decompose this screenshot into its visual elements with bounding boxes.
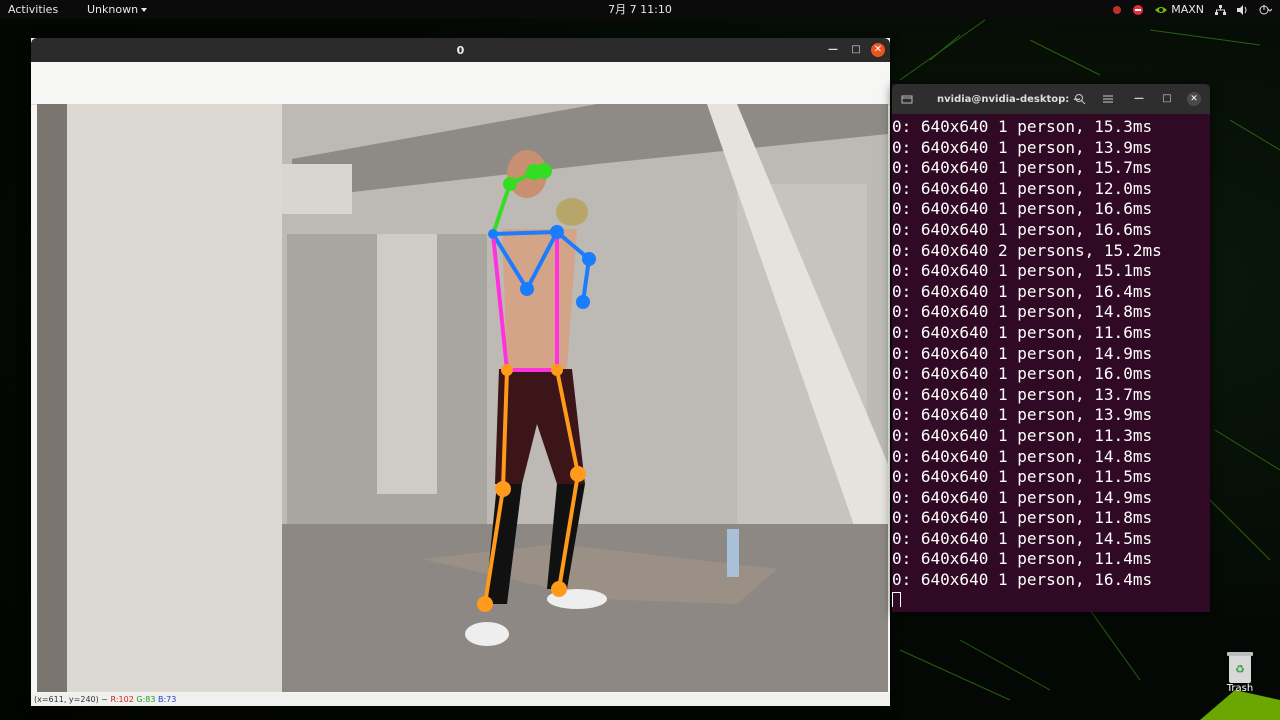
- terminal-line: 0: 640x640 1 person, 14.8ms: [892, 302, 1153, 322]
- water-bottle: [727, 529, 739, 577]
- nvidia-mode[interactable]: MAXN: [1154, 0, 1204, 19]
- image-viewer-window[interactable]: 0 — □ ✕ (x=611, y=240) ~ R:102 G:83 B:73: [31, 38, 890, 706]
- viewer-title: 0: [456, 44, 465, 57]
- cursor-coords: (x=611, y=240) ~: [34, 695, 108, 704]
- pixel-blue-value: B:73: [158, 695, 177, 704]
- indicator-red-icon[interactable]: [1112, 4, 1122, 16]
- app-menu[interactable]: Unknown: [87, 0, 148, 19]
- terminal-line: 0: 640x640 1 person, 13.7ms: [892, 384, 1153, 404]
- minimize-button[interactable]: —: [1132, 92, 1146, 106]
- viewer-titlebar[interactable]: 0 — □ ✕: [31, 38, 890, 62]
- pose-scene: [37, 104, 888, 692]
- chevron-down-icon: [141, 8, 148, 12]
- terminal-titlebar[interactable]: nvidia@nvidia-desktop: ~ — □ ✕: [892, 84, 1210, 114]
- activities-button[interactable]: Activities: [8, 0, 58, 19]
- volume-icon[interactable]: [1236, 4, 1248, 16]
- nvidia-icon: [1155, 6, 1168, 13]
- maximize-button[interactable]: □: [849, 43, 863, 57]
- terminal-line: 0: 640x640 1 person, 16.6ms: [892, 199, 1153, 219]
- pixel-red-value: R:102: [110, 695, 134, 704]
- terminal-prompt: [892, 591, 1210, 607]
- terminal-output[interactable]: 0: 640x640 1 person, 15.3ms 0: 640x640 1 …: [892, 117, 1210, 607]
- minimize-button[interactable]: —: [826, 43, 840, 57]
- new-tab-icon[interactable]: [901, 94, 913, 104]
- maximize-button[interactable]: □: [1160, 92, 1174, 106]
- terminal-line: 0: 640x640 1 person, 16.4ms: [892, 570, 1153, 590]
- nvidia-mode-label: MAXN: [1171, 3, 1204, 16]
- terminal-line: 0: 640x640 1 person, 14.9ms: [892, 487, 1153, 507]
- terminal-line: 0: 640x640 1 person, 14.8ms: [892, 446, 1153, 466]
- terminal-line: 0: 640x640 1 person, 11.3ms: [892, 425, 1153, 445]
- terminal-window[interactable]: nvidia@nvidia-desktop: ~ — □ ✕ 0: 640x64…: [892, 84, 1210, 612]
- terminal-line: 0: 640x640 1 person, 15.7ms: [892, 158, 1153, 178]
- terminal-line: 0: 640x640 1 person, 14.5ms: [892, 528, 1153, 548]
- terminal-line: 0: 640x640 1 person, 11.8ms: [892, 508, 1153, 528]
- terminal-line: 0: 640x640 2 persons, 15.2ms: [892, 240, 1162, 260]
- trash-desktop-icon[interactable]: ♻ Trash: [1222, 652, 1258, 694]
- terminal-title: nvidia@nvidia-desktop: ~: [937, 94, 1082, 105]
- terminal-line: 0: 640x640 1 person, 16.4ms: [892, 281, 1153, 301]
- app-menu-label: Unknown: [87, 3, 139, 16]
- system-tray[interactable]: MAXN: [1112, 0, 1272, 19]
- terminal-line: 0: 640x640 1 person, 11.4ms: [892, 549, 1153, 569]
- terminal-line: 0: 640x640 1 person, 15.3ms: [892, 117, 1153, 136]
- search-icon[interactable]: [1074, 93, 1086, 105]
- terminal-line: 0: 640x640 1 person, 13.9ms: [892, 405, 1153, 425]
- stop-icon[interactable]: [1132, 4, 1144, 16]
- text-cursor: [892, 592, 901, 607]
- viewer-statusbar: (x=611, y=240) ~ R:102 G:83 B:73: [31, 693, 890, 706]
- terminal-line: 0: 640x640 1 person, 11.6ms: [892, 322, 1153, 342]
- trash-label: Trash: [1226, 683, 1254, 694]
- clock[interactable]: 7月 7 11:10: [600, 0, 680, 19]
- terminal-line: 0: 640x640 1 person, 16.0ms: [892, 364, 1153, 384]
- top-bar: Activities Unknown 7月 7 11:10 MAXN: [0, 0, 1280, 19]
- close-button[interactable]: ✕: [1187, 92, 1201, 106]
- network-icon[interactable]: [1214, 4, 1226, 16]
- pose-estimation-frame[interactable]: [37, 104, 888, 692]
- pillar: [67, 104, 282, 692]
- terminal-line: 0: 640x640 1 person, 12.0ms: [892, 178, 1153, 198]
- terminal-line: 0: 640x640 1 person, 13.9ms: [892, 137, 1153, 157]
- terminal-lines: 0: 640x640 1 person, 15.3ms 0: 640x640 1 …: [892, 117, 1210, 591]
- hamburger-menu-icon[interactable]: [1102, 94, 1114, 104]
- viewer-toolbar: [31, 62, 890, 105]
- close-button[interactable]: ✕: [871, 43, 885, 57]
- power-icon[interactable]: [1258, 4, 1272, 16]
- terminal-line: 0: 640x640 1 person, 11.5ms: [892, 467, 1153, 487]
- terminal-line: 0: 640x640 1 person, 15.1ms: [892, 261, 1153, 281]
- trash-icon: ♻: [1227, 652, 1253, 683]
- terminal-line: 0: 640x640 1 person, 14.9ms: [892, 343, 1153, 363]
- terminal-line: 0: 640x640 1 person, 16.6ms: [892, 219, 1153, 239]
- pixel-green-value: G:83: [136, 695, 156, 704]
